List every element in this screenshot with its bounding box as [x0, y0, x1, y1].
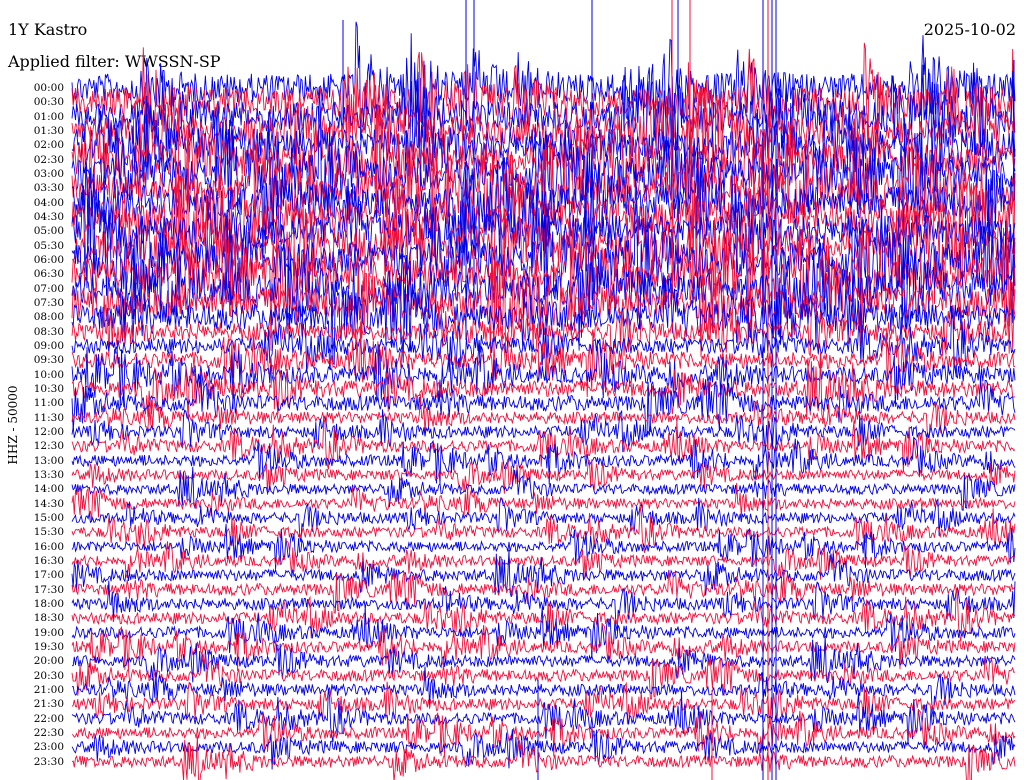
- trace-row: [71, 549, 1016, 598]
- trace-row: [71, 653, 1016, 700]
- trace-row: [71, 736, 1016, 780]
- seismogram-traces: [71, 0, 1016, 780]
- trace-row: [71, 580, 1016, 632]
